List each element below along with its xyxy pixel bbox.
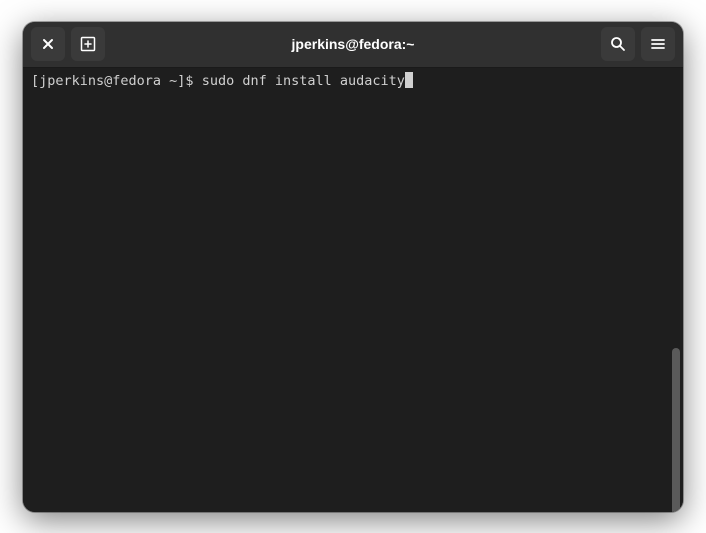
menu-button[interactable] <box>641 27 675 61</box>
window-title: jperkins@fedora:~ <box>111 36 595 52</box>
cursor <box>405 72 413 88</box>
command-text: sudo dnf install audacity <box>202 73 405 89</box>
terminal-content[interactable]: [jperkins@fedora ~]$ sudo dnf install au… <box>23 68 683 512</box>
new-tab-icon <box>80 36 96 52</box>
hamburger-icon <box>650 36 666 52</box>
search-button[interactable] <box>601 27 635 61</box>
close-icon <box>41 37 55 51</box>
new-tab-button[interactable] <box>71 27 105 61</box>
terminal-line: [jperkins@fedora ~]$ sudo dnf install au… <box>31 72 675 91</box>
titlebar: jperkins@fedora:~ <box>23 22 683 68</box>
prompt: [jperkins@fedora ~]$ <box>31 73 202 89</box>
scrollbar[interactable] <box>672 348 680 512</box>
search-icon <box>610 36 626 52</box>
close-button[interactable] <box>31 27 65 61</box>
titlebar-right-controls <box>601 27 675 61</box>
terminal-window: jperkins@fedora:~ [jperkins@fedor <box>23 22 683 512</box>
titlebar-left-controls <box>31 27 105 61</box>
